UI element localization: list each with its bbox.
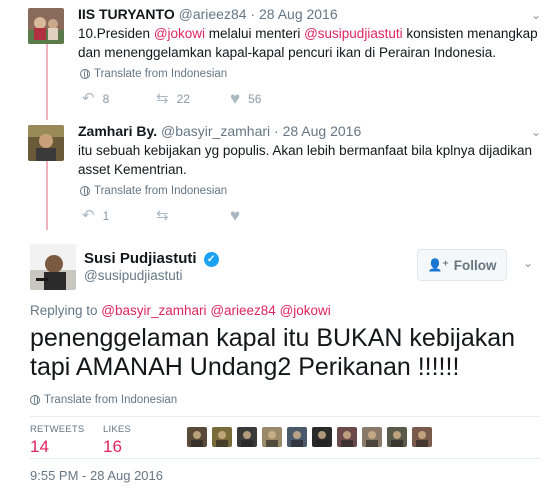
translate-link[interactable]: Translate from Indonesian xyxy=(80,185,227,197)
divider xyxy=(30,458,540,459)
likes-value: 16 xyxy=(103,437,122,456)
liker-avatar[interactable] xyxy=(387,427,407,447)
tweet-header: Zamhari By. @basyir_zamhari · 28 Aug 201… xyxy=(78,123,361,139)
avatar[interactable] xyxy=(28,125,64,161)
like-button[interactable]: ♥ 56 xyxy=(230,90,304,107)
author-handle[interactable]: @basyir_zamhari xyxy=(161,123,270,139)
chevron-down-icon[interactable]: ⌄ xyxy=(523,256,533,270)
retweet-button[interactable]: ⇆ xyxy=(156,208,230,223)
liker-avatar[interactable] xyxy=(237,427,257,447)
author-handle[interactable]: @arieez84 xyxy=(179,6,247,22)
tweet-header: IIS TURYANTO @arieez84 · 28 Aug 2016 xyxy=(78,6,338,22)
retweets-stat[interactable]: RETWEETS 14 xyxy=(30,424,84,457)
translate-label: Translate from Indonesian xyxy=(44,394,178,406)
liker-avatar[interactable] xyxy=(312,427,332,447)
main-avatar[interactable] xyxy=(30,244,76,290)
likes-stat[interactable]: LIKES 16 xyxy=(103,424,131,457)
replying-to: Replying to @basyir_zamhari @arieez84 @j… xyxy=(30,303,331,318)
liker-avatar[interactable] xyxy=(337,427,357,447)
tweet-actions: ↶ 8 ⇆ 22 ♥ 56 xyxy=(82,90,304,107)
separator: · xyxy=(250,6,256,22)
mention-link[interactable]: @jokowi xyxy=(154,26,205,41)
globe-icon xyxy=(80,186,90,196)
reply-count: 8 xyxy=(102,91,110,106)
main-author-name[interactable]: Susi Pudjiastuti ✓ xyxy=(84,250,219,267)
retweet-button[interactable]: ⇆ 22 xyxy=(156,91,230,106)
main-tweet-text: penenggelaman kapal itu BUKAN kebijakan … xyxy=(30,324,516,381)
tweet-2[interactable]: Zamhari By. @basyir_zamhari · 28 Aug 201… xyxy=(0,123,555,231)
mention-link[interactable]: @jokowi xyxy=(280,303,331,318)
liker-avatars xyxy=(187,427,432,447)
tweet-text: 10.Presiden @jokowi melalui menteri @sus… xyxy=(78,24,538,62)
translate-label: Translate from Indonesian xyxy=(94,185,228,197)
tweet-date[interactable]: 28 Aug 2016 xyxy=(283,123,362,139)
main-author-handle[interactable]: @susipudjiastuti xyxy=(84,268,183,283)
mention-link[interactable]: @susipudjiastuti xyxy=(304,26,403,41)
globe-icon xyxy=(30,395,40,405)
translate-link[interactable]: Translate from Indonesian xyxy=(30,394,177,406)
retweets-label: RETWEETS xyxy=(30,424,85,435)
tweet-1[interactable]: IIS TURYANTO @arieez84 · 28 Aug 2016 ⌄ 1… xyxy=(0,6,555,114)
tweet-text: itu sebuah kebijakan yg populis. Akan le… xyxy=(78,143,533,177)
like-count: 56 xyxy=(248,91,262,106)
like-button[interactable]: ♥ xyxy=(230,207,304,224)
separator: · xyxy=(274,123,279,139)
verified-badge-icon: ✓ xyxy=(203,252,219,267)
avatar[interactable] xyxy=(28,8,64,44)
reply-icon: ↶ xyxy=(82,207,95,224)
tweet-date[interactable]: 28 Aug 2016 xyxy=(259,6,338,22)
translate-label: Translate from Indonesian xyxy=(94,68,228,80)
liker-avatar[interactable] xyxy=(412,427,432,447)
divider xyxy=(30,416,540,417)
mention-link[interactable]: @arieez84 xyxy=(210,303,276,318)
tweet-actions: ↶ 1 ⇆ ♥ xyxy=(82,207,304,224)
liker-avatar[interactable] xyxy=(362,427,382,447)
chevron-down-icon[interactable]: ⌄ xyxy=(531,8,541,22)
follow-label: Follow xyxy=(453,257,497,273)
author-name[interactable]: Zamhari By. xyxy=(78,123,157,139)
text-segment: melalui menteri xyxy=(205,26,305,41)
reply-count: 1 xyxy=(102,208,110,223)
retweets-value: 14 xyxy=(30,437,49,456)
tweet-timestamp[interactable]: 9:55 PM - 28 Aug 2016 xyxy=(30,468,163,483)
likes-label: LIKES xyxy=(103,424,131,435)
reply-button[interactable]: ↶ 1 xyxy=(82,208,156,223)
add-user-icon: 👤⁺ xyxy=(427,258,449,272)
liker-avatar[interactable] xyxy=(187,427,207,447)
chevron-down-icon[interactable]: ⌄ xyxy=(531,125,541,139)
replying-prefix: Replying to xyxy=(30,303,102,318)
heart-icon: ♥ xyxy=(230,206,241,225)
liker-avatar[interactable] xyxy=(287,427,307,447)
globe-icon xyxy=(80,69,90,79)
liker-avatar[interactable] xyxy=(212,427,232,447)
translate-link[interactable]: Translate from Indonesian xyxy=(80,68,227,80)
retweet-count: 22 xyxy=(176,91,190,106)
liker-avatar[interactable] xyxy=(262,427,282,447)
mention-link[interactable]: @basyir_zamhari xyxy=(101,303,206,318)
reply-button[interactable]: ↶ 8 xyxy=(82,91,156,106)
follow-button[interactable]: 👤⁺ Follow xyxy=(417,249,507,281)
retweet-icon: ⇆ xyxy=(156,90,169,107)
text-segment: 10.Presiden xyxy=(78,26,154,41)
reply-icon: ↶ xyxy=(82,90,95,107)
heart-icon: ♥ xyxy=(230,89,241,108)
author-name[interactable]: IIS TURYANTO xyxy=(78,6,175,22)
retweet-icon: ⇆ xyxy=(156,207,169,224)
main-author-name-text: Susi Pudjiastuti xyxy=(84,250,197,267)
